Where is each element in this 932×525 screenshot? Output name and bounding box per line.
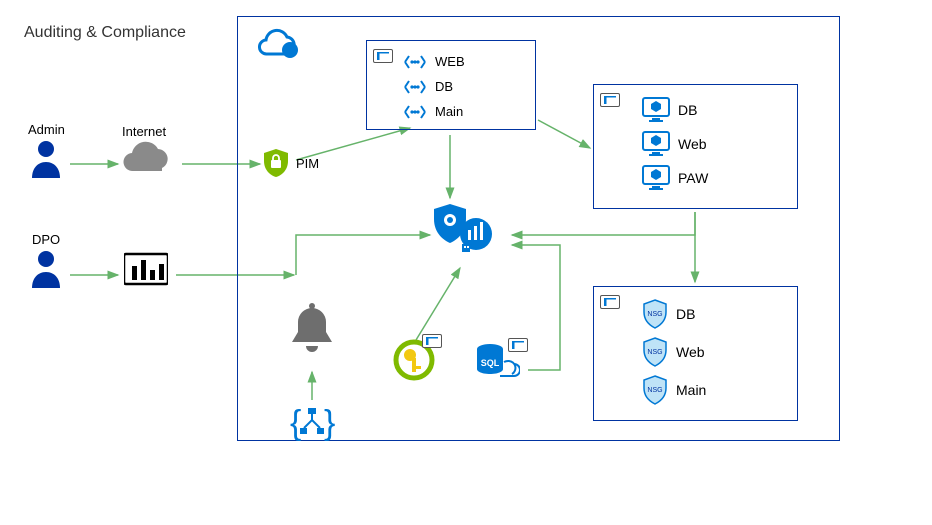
svg-text:NSG: NSG: [647, 311, 662, 318]
pim-node: PIM: [262, 148, 319, 178]
vm-group: DB Web PAW: [593, 84, 798, 209]
dpo-label: DPO: [32, 232, 60, 247]
nsg-item-label: DB: [676, 306, 695, 322]
vm-item-label: DB: [678, 102, 697, 118]
vm-item-label: Web: [678, 136, 707, 152]
nsg-shield-icon: NSG: [642, 375, 668, 405]
bell-icon: [286, 302, 338, 360]
user-icon: [28, 138, 64, 178]
nsg-item: NSG Web: [642, 333, 789, 371]
internet-label: Internet: [122, 124, 166, 139]
svg-text:SQL: SQL: [481, 358, 500, 368]
internet-node: Internet: [118, 140, 174, 176]
gateway-group: WEB DB Main: [366, 40, 536, 130]
monitor-badge-icon: [508, 336, 528, 354]
powerbi-node: [124, 252, 168, 288]
load-balancer-icon: [403, 103, 427, 121]
vm-item: Web: [642, 127, 789, 161]
svg-text:NSG: NSG: [647, 349, 662, 356]
nsg-shield-icon: NSG: [642, 299, 668, 329]
user-icon: [28, 248, 64, 288]
monitor-badge-icon: [373, 47, 393, 65]
gateway-item: DB: [403, 74, 527, 99]
nsg-item: NSG DB: [642, 295, 789, 333]
pim-label: PIM: [296, 156, 319, 171]
azure-cloud-logo: [254, 26, 300, 62]
gateway-item: Main: [403, 99, 527, 124]
nsg-shield-icon: NSG: [642, 337, 668, 367]
admin-label: Admin: [28, 122, 65, 137]
monitor-badge-icon: [422, 332, 442, 350]
gateway-item-label: DB: [435, 79, 453, 94]
vm-item: DB: [642, 93, 789, 127]
powerbi-icon: [124, 252, 168, 288]
sql-node: SQL: [472, 342, 520, 382]
diagram-title: Auditing & Compliance: [24, 24, 186, 42]
nsg-item-label: Main: [676, 382, 706, 398]
shield-lock-icon: [262, 148, 290, 178]
load-balancer-icon: [403, 78, 427, 96]
nsg-item: NSG Main: [642, 371, 789, 409]
gateway-item-label: Main: [435, 104, 463, 119]
admin-node: Admin: [28, 138, 64, 178]
vm-item-label: PAW: [678, 170, 708, 186]
logic-app-icon: { }: [286, 402, 338, 442]
diagram-canvas: { "title": "Auditing & Compliance", "ext…: [0, 0, 932, 525]
vm-monitor-icon: [642, 165, 670, 191]
vm-monitor-icon: [642, 97, 670, 123]
cloud-icon: [118, 140, 174, 176]
monitor-badge-icon: [600, 91, 620, 109]
vm-monitor-icon: [642, 131, 670, 157]
vm-item: PAW: [642, 161, 789, 195]
nsg-item-label: Web: [676, 344, 705, 360]
dpo-node: DPO: [28, 248, 64, 288]
svg-text:{: {: [290, 404, 301, 442]
azure-cloud-icon: [254, 26, 300, 62]
svg-text:NSG: NSG: [647, 387, 662, 394]
security-center-node: [428, 200, 498, 260]
gateway-item: WEB: [403, 49, 527, 74]
nsg-group: NSG DB NSG Web NSG Main: [593, 286, 798, 421]
logic-app-node: { }: [286, 402, 338, 442]
gateway-item-label: WEB: [435, 54, 465, 69]
monitor-badge-icon: [600, 293, 620, 311]
keyvault-node: [392, 338, 436, 382]
alert-bell-node: [286, 302, 338, 360]
security-center-icon: [428, 200, 498, 260]
load-balancer-icon: [403, 53, 427, 71]
svg-text:}: }: [324, 404, 335, 442]
